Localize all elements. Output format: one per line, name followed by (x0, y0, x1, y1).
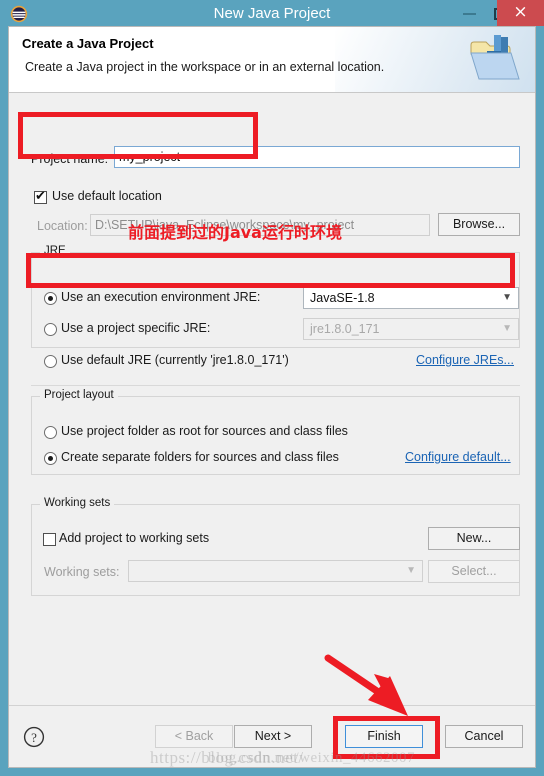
configure-default-link[interactable]: Configure default... (405, 450, 511, 464)
jre-execution-environment-label: Use an execution environment JRE: (61, 290, 261, 304)
close-button[interactable]: × (497, 0, 544, 26)
help-question-icon[interactable]: ? (23, 726, 45, 748)
execution-environment-value: JavaSE-1.8 (310, 291, 375, 305)
project-specific-jre-value: jre1.8.0_171 (310, 322, 380, 336)
annotation-jre-note: 前面提到过的Java运行时环境 (128, 223, 342, 242)
layout-separate-folders-radio[interactable] (44, 452, 57, 465)
use-default-location-checkbox[interactable] (34, 189, 47, 204)
location-label: Location: (37, 219, 88, 233)
wizard-header: Create a Java Project Create a Java proj… (9, 27, 535, 93)
wizard-page: Project name: my_project Use default loc… (9, 94, 535, 704)
jre-group-title: JRE (40, 245, 70, 257)
jre-project-specific-radio[interactable] (44, 323, 57, 336)
java-project-folder-icon (465, 31, 527, 89)
dialog-window: New Java Project × Create a Java Project… (0, 0, 544, 776)
finish-button[interactable]: Finish (345, 725, 423, 748)
chevron-down-icon: ▼ (406, 565, 416, 576)
jre-default-radio[interactable] (44, 355, 57, 368)
project-name-label: Project name: (31, 152, 109, 166)
page-title: Create a Java Project (22, 36, 154, 51)
configure-jres-link[interactable]: Configure JREs... (416, 353, 514, 367)
add-to-working-sets-checkbox[interactable] (43, 533, 56, 546)
chevron-down-icon: ▼ (502, 323, 512, 334)
next-button[interactable]: Next > (234, 725, 312, 748)
red-arrow-icon (322, 652, 432, 724)
page-description: Create a Java project in the workspace o… (25, 60, 385, 74)
minimize-button[interactable] (455, 0, 485, 28)
use-default-location-label: Use default location (52, 189, 162, 203)
layout-project-folder-radio[interactable] (44, 426, 57, 439)
project-layout-group-title: Project layout (40, 389, 118, 401)
chevron-down-icon: ▼ (502, 292, 512, 303)
divider (31, 385, 520, 386)
add-to-working-sets-label: Add project to working sets (59, 531, 210, 545)
watermark: https://blog.csdn.net/ blog.csdn.net/wei… (150, 748, 544, 772)
browse-button[interactable]: Browse... (438, 213, 520, 236)
dialog-client-area: Create a Java Project Create a Java proj… (8, 26, 536, 768)
working-sets-combo[interactable]: ▼ (128, 560, 423, 582)
jre-default-label: Use default JRE (currently 'jre1.8.0_171… (61, 353, 289, 367)
working-sets-group-title: Working sets (40, 497, 115, 509)
project-specific-jre-combo[interactable]: jre1.8.0_171 ▼ (303, 318, 519, 340)
close-icon: × (513, 2, 528, 22)
working-sets-label: Working sets: (44, 565, 120, 579)
project-name-input[interactable]: my_project (114, 146, 520, 168)
title-bar: New Java Project × (0, 0, 544, 28)
svg-text:?: ? (31, 730, 37, 745)
jre-execution-environment-radio[interactable] (44, 292, 57, 305)
select-working-set-button[interactable]: Select... (428, 560, 520, 583)
cancel-button[interactable]: Cancel (445, 725, 523, 748)
back-button[interactable]: < Back (155, 725, 233, 748)
watermark-overlay: blog.csdn.net/weixin_44662007 (208, 750, 415, 766)
execution-environment-combo[interactable]: JavaSE-1.8 ▼ (303, 287, 519, 309)
layout-separate-folders-label: Create separate folders for sources and … (61, 450, 339, 464)
jre-project-specific-label: Use a project specific JRE: (61, 321, 211, 335)
layout-project-folder-label: Use project folder as root for sources a… (61, 424, 348, 438)
new-working-set-button[interactable]: New... (428, 527, 520, 550)
